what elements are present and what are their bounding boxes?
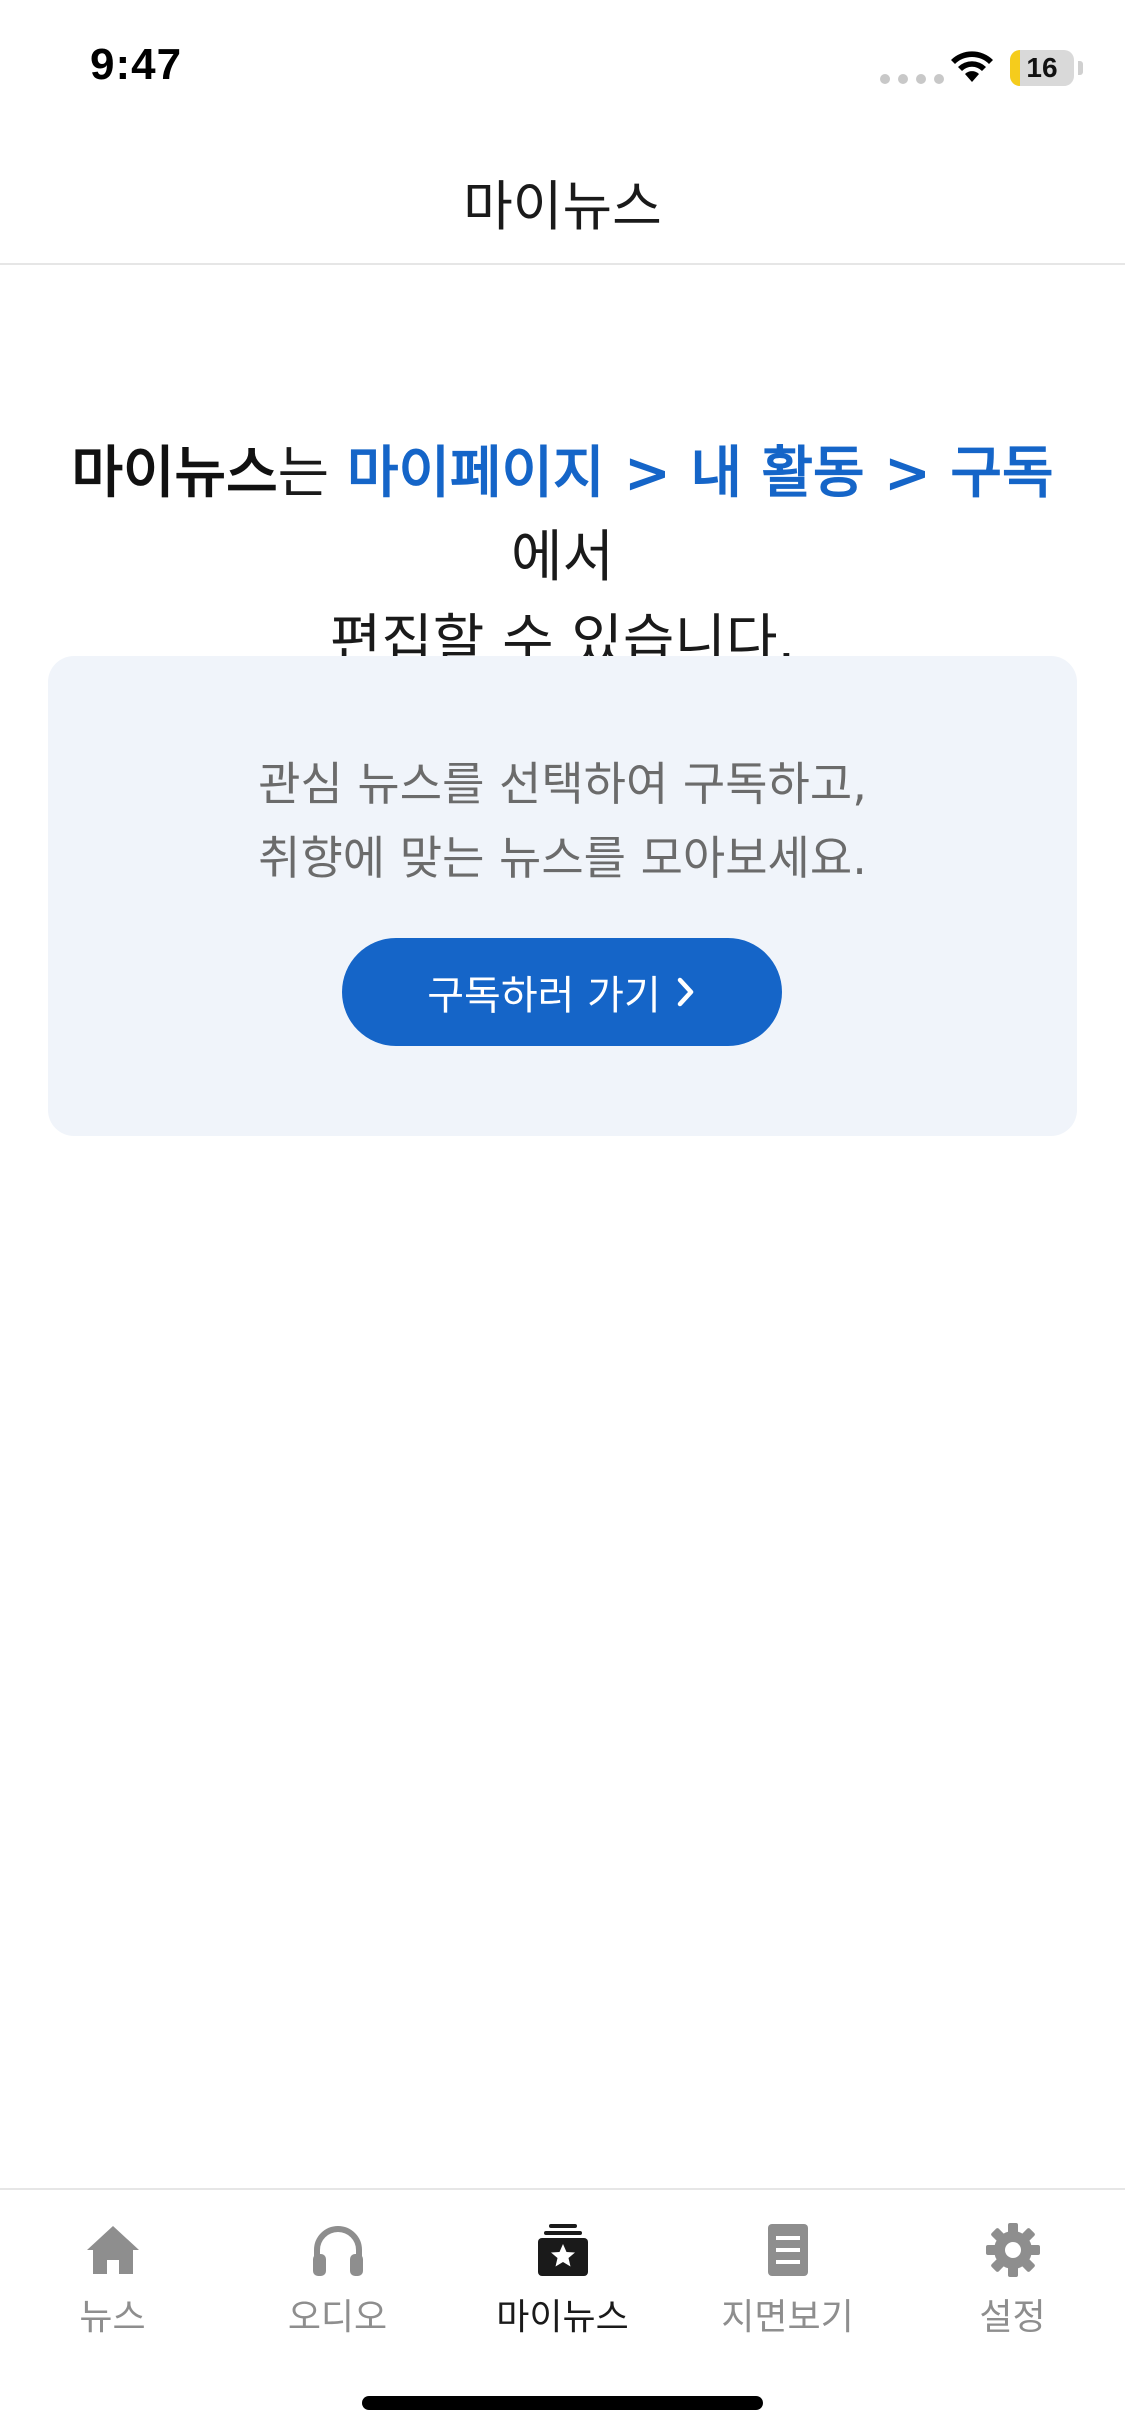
tab-label-paper-view: 지면보기 xyxy=(721,2297,854,2338)
go-subscribe-label: 구독하러 가기 xyxy=(427,973,661,1019)
status-time: 9:47 xyxy=(90,40,183,89)
document-icon xyxy=(767,2224,808,2276)
tab-audio[interactable]: 오디오 xyxy=(225,2220,450,2350)
home-indicator[interactable] xyxy=(362,2396,763,2410)
wifi-icon xyxy=(951,51,993,82)
cellular-signal-icon xyxy=(880,74,944,84)
page-title: 마이뉴스 xyxy=(463,175,662,238)
subscribe-card: 관심 뉴스를 선택하여 구독하고, 취향에 맞는 뉴스를 모아보세요. 구독하러… xyxy=(48,656,1077,1136)
headphones-icon xyxy=(312,2226,363,2276)
home-icon xyxy=(86,2226,139,2274)
battery-level: 16 xyxy=(1026,52,1058,83)
battery-cap xyxy=(1078,61,1083,75)
status-bar: 9:47 16 xyxy=(0,0,1125,130)
card-text-line2: 취향에 맞는 뉴스를 모아보세요. xyxy=(258,831,867,885)
battery-icon: 16 xyxy=(1010,50,1074,86)
tab-label-news: 뉴스 xyxy=(79,2297,146,2338)
message-mynews: 마이뉴스 xyxy=(71,441,278,506)
tab-label-settings: 설정 xyxy=(979,2297,1046,2338)
star-stack-icon xyxy=(537,2224,588,2276)
tab-settings[interactable]: 설정 xyxy=(900,2220,1125,2350)
info-message: 마이뉴스는 마이페이지 > 내 활동 > 구독에서 편집할 수 있습니다. xyxy=(60,432,1065,684)
gear-icon xyxy=(985,2223,1040,2277)
chevron-right-icon xyxy=(677,977,693,1007)
nav-header: 마이뉴스 xyxy=(0,130,1125,265)
message-particle: 는 xyxy=(277,441,347,506)
message-path: 마이페이지 > 내 활동 > 구독 xyxy=(346,441,1054,506)
tab-label-audio: 오디오 xyxy=(287,2297,388,2338)
message-suffix: 에서 xyxy=(510,525,615,590)
go-subscribe-button[interactable]: 구독하러 가기 xyxy=(342,938,782,1046)
card-text-line1: 관심 뉴스를 선택하여 구독하고, xyxy=(258,757,867,811)
tab-mynews[interactable]: 마이뉴스 xyxy=(450,2220,675,2350)
tab-news[interactable]: 뉴스 xyxy=(0,2220,225,2350)
tab-paper-view[interactable]: 지면보기 xyxy=(675,2220,900,2350)
tab-label-mynews: 마이뉴스 xyxy=(496,2297,629,2338)
